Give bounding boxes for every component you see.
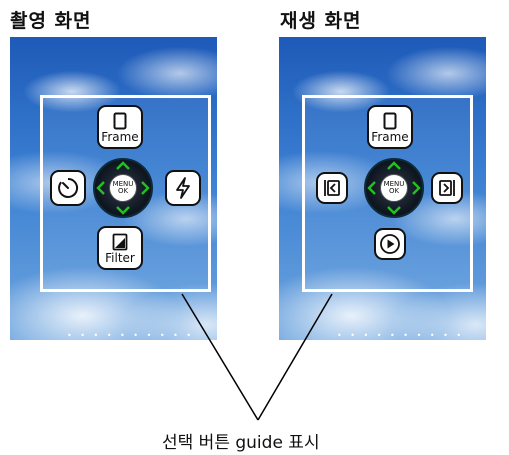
callout-leader-lines [181, 293, 333, 421]
button-guide-caption: 선택 버튼 guide 표시 [162, 433, 320, 453]
